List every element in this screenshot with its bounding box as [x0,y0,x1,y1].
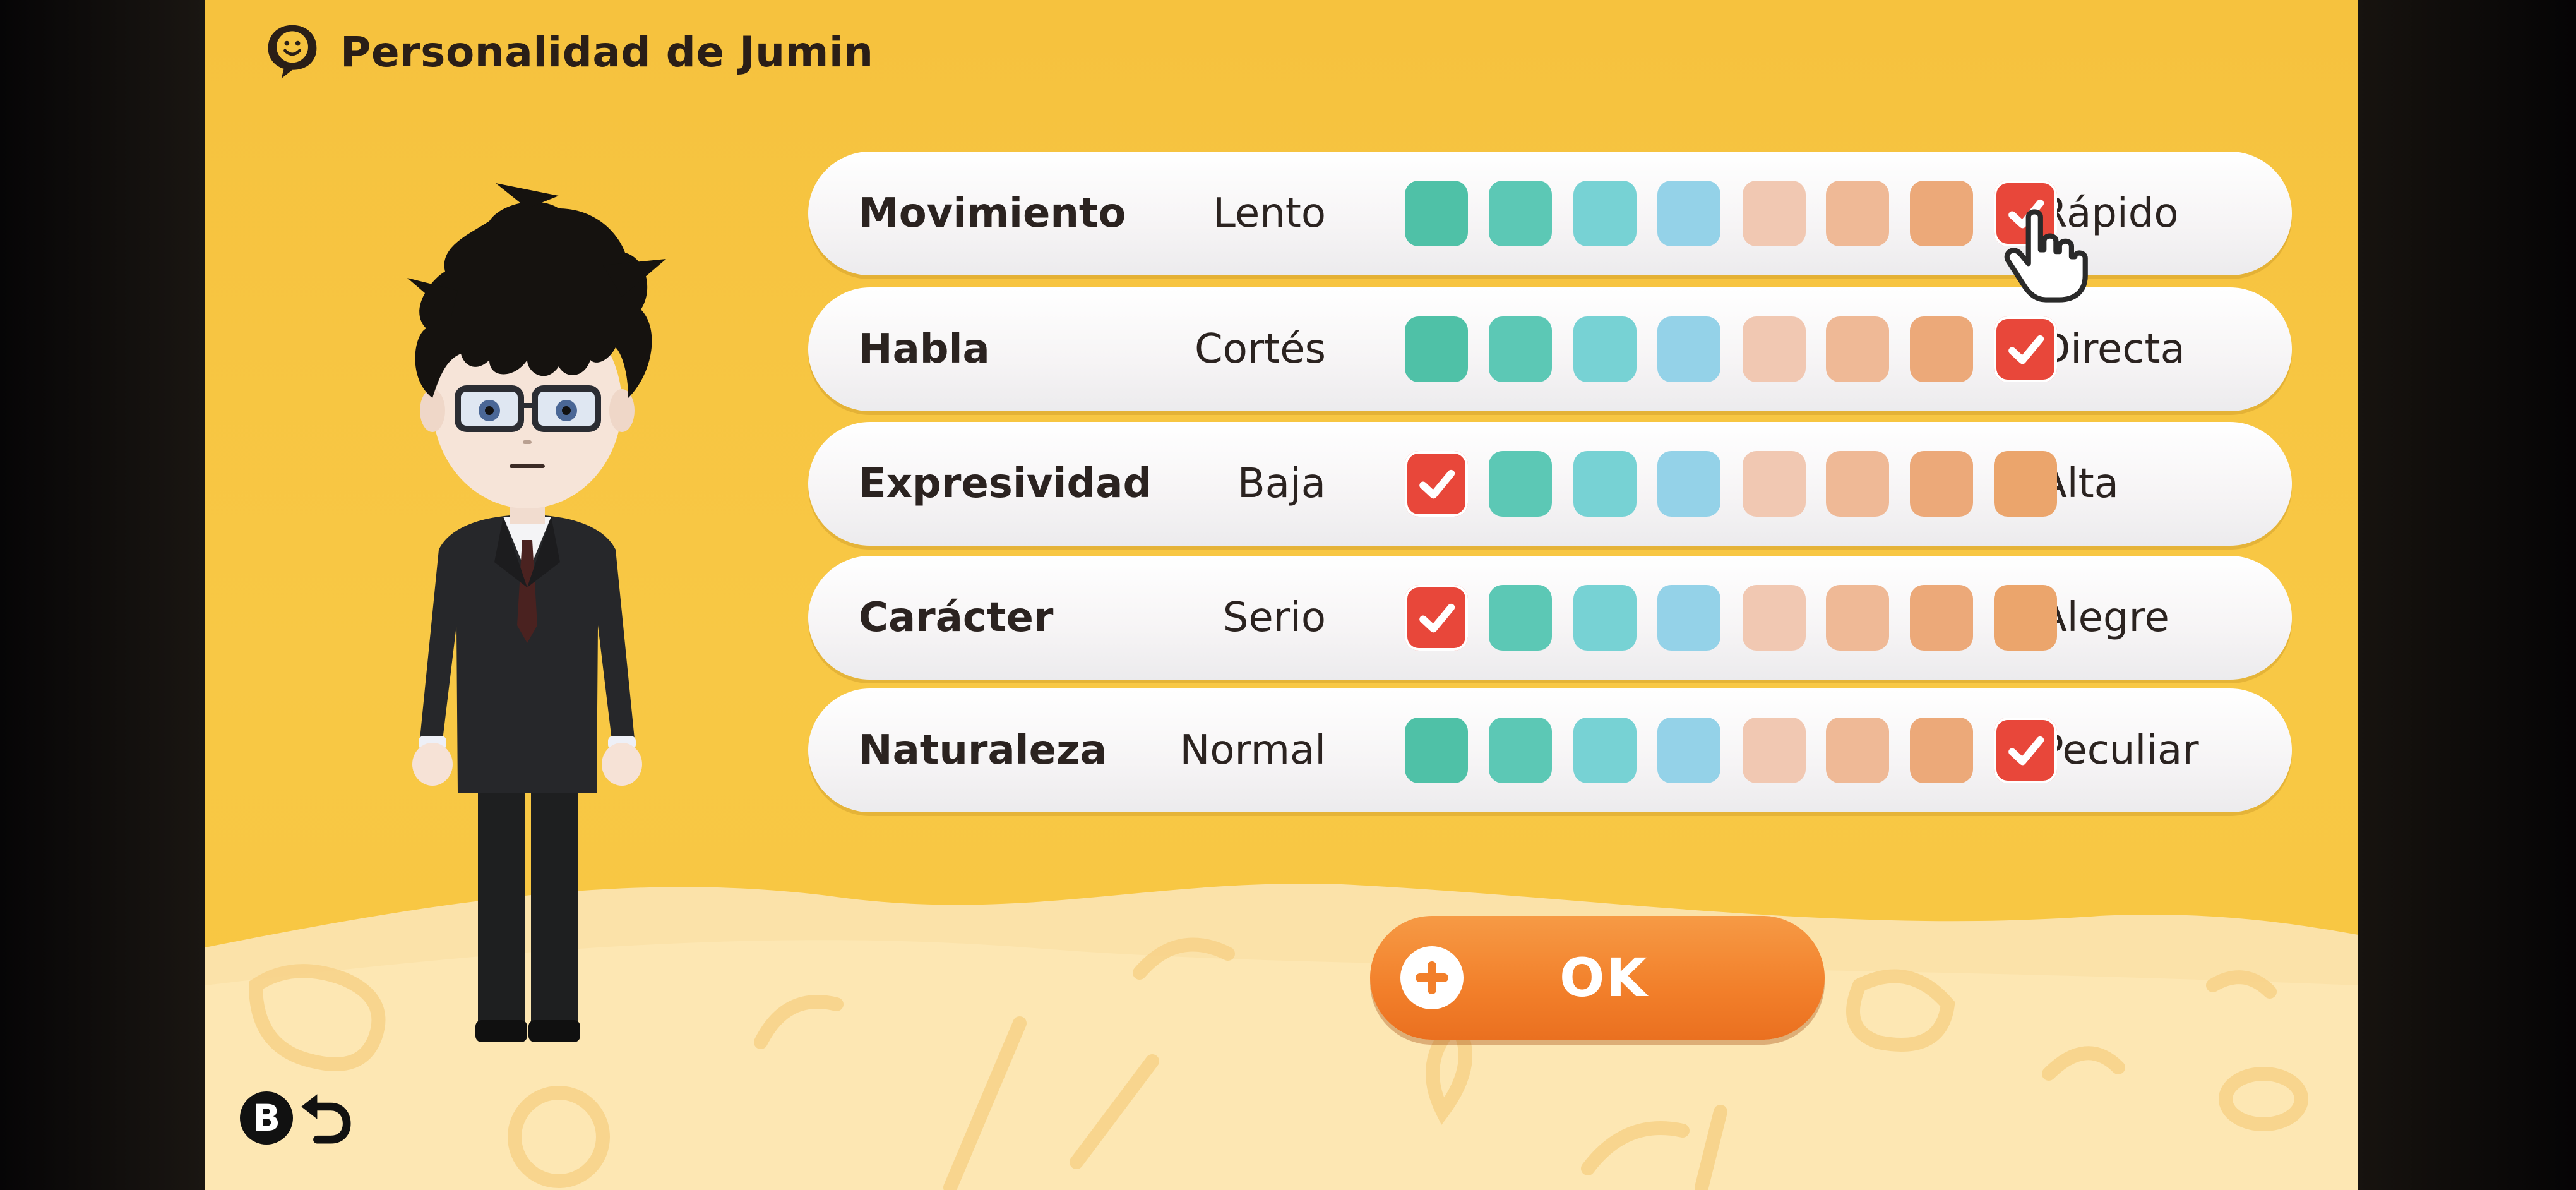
page-title: Personalidad de Jumin [340,27,874,76]
trait-label: Movimiento [859,190,1126,237]
scale-cell[interactable] [1910,451,1973,517]
scale-cell[interactable] [1657,718,1720,783]
trait-row-habla: Habla Cortés Directa [808,287,2292,411]
scale-cell[interactable] [1573,585,1637,651]
scale-cell[interactable] [1910,181,1973,246]
scale-cell[interactable] [1573,316,1637,382]
scale-cell[interactable] [1405,718,1468,783]
back-hint[interactable]: B [240,1090,354,1146]
checkmark-icon [2003,728,2048,772]
trait-high-label: Peculiar [2039,727,2199,774]
scale-cell-selected[interactable] [1405,451,1468,517]
b-button-icon: B [240,1091,293,1145]
scale-cell[interactable] [1405,316,1468,382]
scale-cell[interactable] [1826,181,1889,246]
trait-low-label: Cortés [1195,326,1326,373]
trait-row-caracter: Carácter Serio Alegre [808,556,2292,680]
page-header: Personalidad de Jumin [262,14,874,90]
scale-cell[interactable] [1489,718,1552,783]
screen-bezel-right [2358,0,2576,1190]
scale-cell[interactable] [1826,718,1889,783]
scale-cell[interactable] [1743,585,1806,651]
scale-cell[interactable] [1994,451,2057,517]
scale-cell[interactable] [1910,585,1973,651]
checkmark-icon [1414,462,1458,506]
trait-low-label: Baja [1237,460,1326,507]
trait-row-expresividad: Expresividad Baja Alta [808,422,2292,546]
scale-cell[interactable] [1826,316,1889,382]
speech-heart-icon [268,25,317,79]
trait-label: Habla [859,326,990,373]
scale-cell[interactable] [1910,316,1973,382]
scale-cell[interactable] [1573,451,1637,517]
hand-pointer-icon [2004,209,2088,303]
scale-cell[interactable] [1743,718,1806,783]
scale-cell[interactable] [1489,585,1552,651]
screen-bezel-left [0,0,205,1190]
scale-cell[interactable] [1657,316,1720,382]
checkmark-icon [1414,596,1458,640]
personality-screen: Personalidad de Jumin Movimiento Lento R… [205,0,2358,1190]
scale-cell-selected[interactable] [1994,316,2057,382]
trait-label: Naturaleza [859,727,1107,774]
scale-cell[interactable] [1826,451,1889,517]
scale-cell[interactable] [1657,181,1720,246]
scale-cell[interactable] [1405,181,1468,246]
ok-button[interactable]: OK [1370,916,1825,1040]
ok-button-label: OK [1559,947,1649,1009]
trait-label: Carácter [859,594,1054,641]
trait-label: Expresividad [859,460,1152,507]
plus-button-icon [1400,946,1464,1009]
trait-low-label: Serio [1222,594,1326,641]
scale-cell[interactable] [1910,718,1973,783]
scale-cell-selected[interactable] [1994,718,2057,783]
trait-high-label: Alegre [2039,594,2169,641]
scale-cell[interactable] [1573,718,1637,783]
scale-cell[interactable] [1657,585,1720,651]
trait-row-naturaleza: Naturaleza Normal Peculiar [808,688,2292,812]
scale-cell[interactable] [1657,451,1720,517]
scale-cell[interactable] [1826,585,1889,651]
scale-cell[interactable] [1743,451,1806,517]
mii-character [407,183,666,1042]
scale-cell[interactable] [1743,316,1806,382]
trait-high-label: Directa [2039,326,2185,373]
scale-cell-selected[interactable] [1405,585,1468,651]
scale-cell[interactable] [1743,181,1806,246]
scale-cell[interactable] [1573,181,1637,246]
checkmark-icon [2003,327,2048,371]
trait-low-label: Lento [1213,190,1326,237]
trait-low-label: Normal [1179,727,1326,774]
back-arrow-icon [301,1094,351,1144]
scale-cell[interactable] [1489,316,1552,382]
scale-cell[interactable] [1994,585,2057,651]
scale-cell[interactable] [1489,181,1552,246]
scale-cell[interactable] [1489,451,1552,517]
